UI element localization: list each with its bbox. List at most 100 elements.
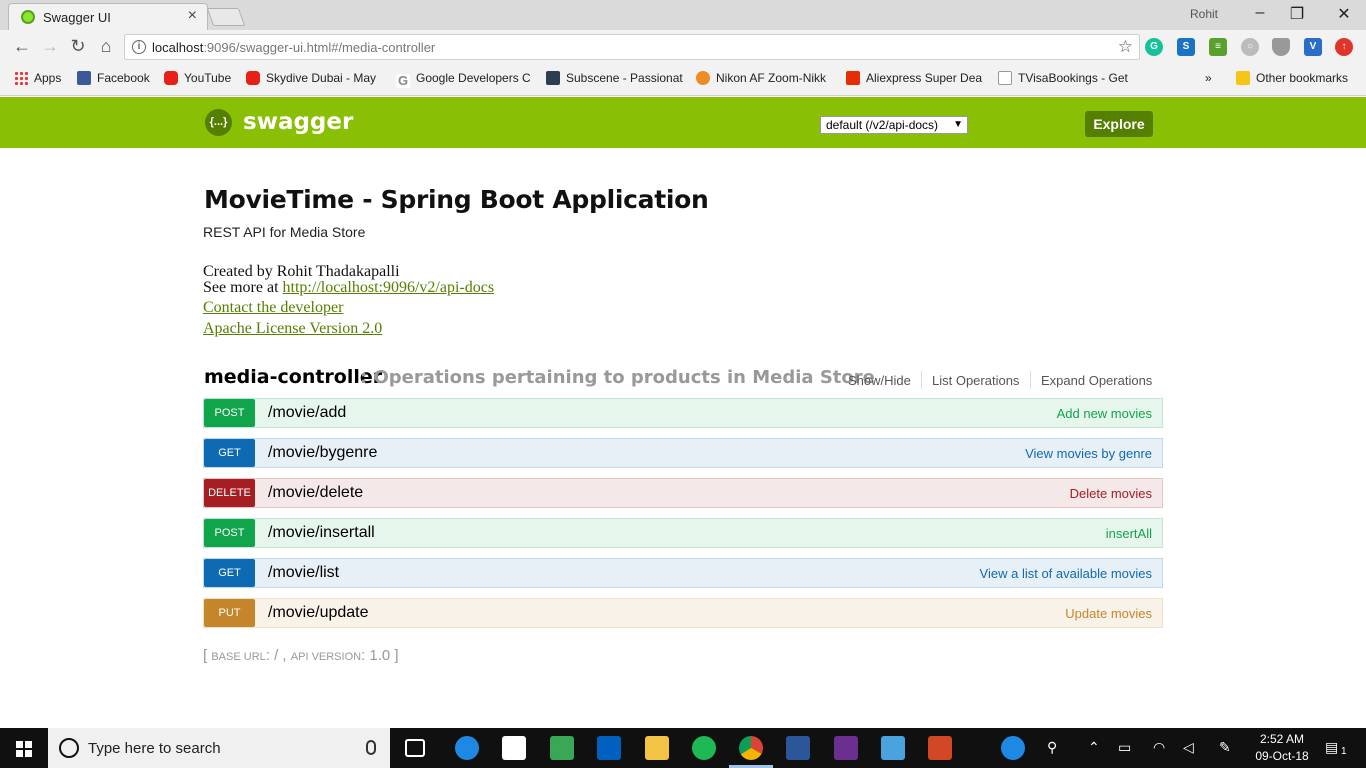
wifi-icon[interactable]: ◠ [1153, 739, 1165, 756]
operation-row[interactable]: POST /movie/insertall insertAll [203, 518, 1163, 548]
spec-select[interactable]: default (/v2/api-docs) ▼ [820, 116, 968, 134]
bookmark-star-icon[interactable]: ☆ [1118, 37, 1133, 57]
operation-summary[interactable]: View movies by genre [1025, 446, 1152, 461]
bookmarks-overflow-button[interactable]: » [1205, 71, 1212, 85]
notifications-icon[interactable]: ▤ [1325, 739, 1338, 756]
photos-icon[interactable] [881, 736, 905, 760]
operation-path[interactable]: /movie/list [268, 564, 339, 582]
shield-icon[interactable] [1272, 38, 1290, 56]
operation-row[interactable]: POST /movie/add Add new movies [203, 398, 1163, 428]
chrome-icon[interactable] [739, 736, 763, 760]
notification-count: 1 [1341, 746, 1347, 757]
bookmark-other[interactable]: Other bookmarks [1236, 71, 1348, 85]
explore-button[interactable]: Explore [1085, 111, 1153, 137]
home-icon[interactable]: ⌂ [95, 36, 117, 57]
game-app-icon[interactable] [834, 736, 858, 760]
task-view-icon[interactable] [405, 739, 425, 757]
operation-summary[interactable]: insertAll [1106, 526, 1152, 541]
profile-name[interactable]: Rohit [1190, 7, 1218, 21]
close-window-icon[interactable]: ✕ [1334, 4, 1354, 24]
operation-summary[interactable]: View a list of available movies [980, 566, 1152, 581]
swagger-logo-text[interactable]: swagger [243, 109, 353, 135]
operation-row[interactable]: DELETE /movie/delete Delete movies [203, 478, 1163, 508]
store-icon[interactable] [502, 736, 526, 760]
clock-date[interactable]: 09-Oct-18 [1252, 749, 1312, 763]
operation-summary[interactable]: Update movies [1065, 606, 1152, 621]
resource-name[interactable]: media-controller [204, 366, 382, 388]
clock-time[interactable]: 2:52 AM [1256, 732, 1308, 746]
pen-icon[interactable]: ✎ [1219, 739, 1231, 756]
info-icon[interactable]: i [132, 40, 146, 54]
app-icon[interactable] [597, 736, 621, 760]
spotify-icon[interactable] [692, 736, 716, 760]
start-button[interactable] [0, 728, 48, 768]
sublime-app-icon[interactable] [550, 736, 574, 760]
extension-badge-icon[interactable]: S [1177, 38, 1195, 56]
operation-row[interactable]: GET /movie/list View a list of available… [203, 558, 1163, 588]
operation-path[interactable]: /movie/add [268, 404, 346, 422]
grammarly-icon[interactable]: G [1145, 38, 1163, 56]
show-hidden-icons[interactable]: ⌃ [1088, 739, 1100, 756]
forward-icon[interactable]: → [39, 36, 61, 57]
operation-row[interactable]: PUT /movie/update Update movies [203, 598, 1163, 628]
taskbar-search[interactable]: Type here to search [48, 728, 390, 768]
edge-icon[interactable] [455, 736, 479, 760]
close-tab-icon[interactable]: × [188, 7, 197, 25]
word-icon[interactable] [786, 736, 810, 760]
swagger-logo-icon[interactable]: {...} [205, 109, 232, 136]
windows-taskbar: Type here to search ⚲ ⌃ ▭ ◠ ◁ ✎ 2:52 AM … [0, 728, 1366, 768]
extension-v-icon[interactable]: V [1304, 38, 1322, 56]
bookmark-youtube[interactable]: YouTube [164, 71, 231, 85]
reload-icon[interactable]: ↻ [67, 36, 89, 57]
operation-path[interactable]: /movie/delete [268, 484, 363, 502]
bookmark-nikon[interactable]: Nikon AF Zoom-Nikk [696, 71, 834, 85]
show-hide-link[interactable]: Show/Hide [848, 373, 911, 388]
operation-path[interactable]: /movie/update [268, 604, 369, 622]
bookmark-apps[interactable]: Apps [14, 71, 61, 85]
bookmark-facebook[interactable]: Facebook [77, 71, 150, 85]
address-bar[interactable]: i localhost:9096/swagger-ui.html#/media-… [124, 34, 1140, 60]
operation-path[interactable]: /movie/insertall [268, 524, 375, 542]
license-link[interactable]: Apache License Version 2.0 [203, 320, 382, 338]
method-badge[interactable]: DELETE [204, 479, 255, 507]
operation-row[interactable]: GET /movie/bygenre View movies by genre [203, 438, 1163, 468]
cortana-icon [59, 738, 79, 758]
minimize-icon[interactable]: – [1250, 4, 1270, 22]
url-text: localhost:9096/swagger-ui.html#/media-co… [152, 40, 436, 55]
operation-summary[interactable]: Delete movies [1070, 486, 1152, 501]
method-badge[interactable]: PUT [204, 599, 255, 627]
operation-summary[interactable]: Add new movies [1057, 406, 1152, 421]
method-badge[interactable]: GET [204, 559, 255, 587]
powerpoint-icon[interactable] [928, 736, 952, 760]
facebook-icon [77, 71, 91, 85]
folder-icon [1236, 71, 1250, 85]
new-tab-button[interactable] [206, 8, 246, 26]
bookmark-aliexpress[interactable]: Aliexpress Super Dea [846, 71, 984, 85]
browser-tab[interactable]: Swagger UI × [8, 3, 208, 30]
bookmark-google-developers[interactable]: G Google Developers C [396, 71, 532, 88]
bookmarks-bar: Apps Facebook YouTube Skydive Dubai - Ma… [0, 64, 1366, 96]
method-badge[interactable]: POST [204, 399, 255, 427]
volume-icon[interactable]: ◁ [1183, 739, 1194, 756]
bookmark-tvisabookings[interactable]: TVisaBookings - Get I [998, 71, 1128, 85]
upload-icon[interactable]: ↑ [1335, 38, 1353, 56]
back-icon[interactable]: ← [11, 36, 33, 57]
people-icon[interactable]: ⚲ [1047, 739, 1057, 756]
bookmark-subscene[interactable]: Subscene - Passionat [546, 71, 686, 85]
contact-developer-link[interactable]: Contact the developer [203, 299, 343, 317]
operation-path[interactable]: /movie/bygenre [268, 444, 377, 462]
bookmark-skydive[interactable]: Skydive Dubai - May [246, 71, 382, 85]
extension-circle-icon[interactable]: ○ [1241, 38, 1259, 56]
search-placeholder: Type here to search [88, 740, 221, 757]
list-operations-link[interactable]: List Operations [932, 373, 1019, 388]
api-docs-link[interactable]: http://localhost:9096/v2/api-docs [283, 279, 495, 296]
battery-icon[interactable]: ▭ [1118, 739, 1131, 756]
method-badge[interactable]: GET [204, 439, 255, 467]
file-explorer-icon[interactable] [645, 736, 669, 760]
help-icon[interactable] [1001, 736, 1025, 760]
restore-icon[interactable]: ❐ [1287, 4, 1307, 24]
expand-operations-link[interactable]: Expand Operations [1041, 373, 1152, 388]
method-badge[interactable]: POST [204, 519, 255, 547]
microphone-icon[interactable] [366, 740, 376, 755]
extension-icon[interactable]: ≡ [1209, 38, 1227, 56]
